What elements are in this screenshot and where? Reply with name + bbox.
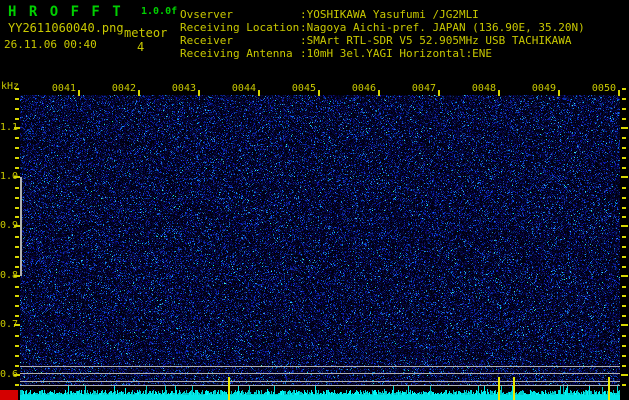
y-axis-minor-tick-left	[15, 345, 19, 347]
x-axis-tick-label: 0045	[291, 83, 316, 94]
y-axis-minor-tick-right	[622, 157, 626, 159]
y-axis-minor-tick-right	[622, 246, 626, 248]
y-axis-minor-tick-left	[15, 88, 19, 90]
meteor-echo-mark	[608, 377, 610, 400]
spectrogram-plot: kHz 0041 0042 0043 0044 0045 0046 0047 0048 0049…	[0, 0, 629, 400]
x-axis-tick-label: 0046	[351, 83, 376, 94]
y-axis-minor-tick-right	[622, 207, 626, 209]
y-axis-minor-tick-left	[15, 187, 19, 189]
y-axis-minor-tick-left	[15, 266, 19, 268]
y-axis-minor-tick-right	[622, 118, 626, 120]
signal-level-meter-canvas	[0, 386, 629, 400]
y-axis-minor-tick-right	[622, 197, 626, 199]
frequency-range-marker-bar	[20, 177, 22, 276]
y-axis-tick-label: 0.8	[0, 269, 19, 281]
hrofft-screen: H R O F F T 1.0.0f YY2611060040.png mete…	[0, 0, 629, 400]
x-axis-tick	[258, 90, 260, 96]
y-axis-minor-tick-right	[622, 137, 626, 139]
x-axis-tick-label: 0041	[51, 83, 76, 94]
y-axis-minor-tick-left	[15, 108, 19, 110]
x-axis-tick	[138, 90, 140, 96]
y-axis-minor-tick-left	[15, 355, 19, 357]
y-axis-minor-tick-right	[622, 216, 626, 218]
x-axis-tick-label: 0047	[411, 83, 436, 94]
y-axis-minor-tick-right	[622, 98, 626, 100]
y-axis-minor-tick-right	[622, 236, 626, 238]
y-axis-major-tick-right	[621, 126, 628, 129]
y-axis-minor-tick-right	[622, 266, 626, 268]
y-axis-major-tick-right	[621, 225, 628, 228]
y-axis-minor-tick-right	[622, 187, 626, 189]
carrier-reference-line	[20, 381, 620, 382]
frequency-axis-unit-label: kHz	[1, 81, 20, 92]
x-axis-tick-label: 0043	[171, 83, 196, 94]
y-axis-minor-tick-left	[15, 137, 19, 139]
y-axis-minor-tick-left	[15, 157, 19, 159]
y-axis-minor-tick-right	[622, 88, 626, 90]
y-axis-minor-tick-left	[15, 365, 19, 367]
y-axis-minor-tick-right	[622, 305, 626, 307]
x-axis-tick-label: 0050	[591, 83, 616, 94]
x-axis-tick	[438, 90, 440, 96]
y-axis-tick-label: 0.7	[0, 319, 19, 331]
y-axis-minor-tick-left	[15, 256, 19, 258]
y-axis-minor-tick-left	[15, 236, 19, 238]
y-axis-minor-tick-right	[622, 365, 626, 367]
carrier-reference-line	[20, 366, 620, 367]
x-axis-tick	[378, 90, 380, 96]
y-axis-minor-tick-left	[15, 246, 19, 248]
y-axis-major-tick-right	[621, 373, 628, 376]
x-axis-tick	[318, 90, 320, 96]
y-axis-minor-tick-left	[15, 295, 19, 297]
meteor-echo-mark	[498, 377, 500, 400]
y-axis-minor-tick-right	[622, 335, 626, 337]
x-axis-tick	[618, 90, 620, 96]
x-axis-tick	[198, 90, 200, 96]
meteor-echo-mark	[513, 377, 515, 400]
y-axis-major-tick-left	[14, 126, 20, 129]
x-axis-tick-label: 0049	[531, 83, 556, 94]
y-axis-major-tick-right	[621, 274, 628, 277]
x-axis-tick	[558, 90, 560, 96]
y-axis-tick-label: 1.1	[0, 121, 19, 133]
y-axis-major-tick-left	[14, 324, 20, 327]
y-axis-major-tick-right	[621, 324, 628, 327]
y-axis-minor-tick-left	[15, 147, 19, 149]
y-axis-minor-tick-right	[622, 384, 626, 386]
y-axis-minor-tick-right	[622, 345, 626, 347]
y-axis-minor-tick-right	[622, 355, 626, 357]
y-axis-minor-tick-left	[15, 167, 19, 169]
y-axis-tick-label: 0.9	[0, 220, 19, 232]
y-axis-minor-tick-right	[622, 108, 626, 110]
y-axis-minor-tick-right	[622, 147, 626, 149]
meteor-echo-mark	[228, 377, 230, 400]
y-axis-minor-tick-right	[622, 167, 626, 169]
y-axis-minor-tick-left	[15, 335, 19, 337]
x-axis-tick-label: 0048	[471, 83, 496, 94]
y-axis-minor-tick-left	[15, 286, 19, 288]
y-axis-minor-tick-right	[622, 256, 626, 258]
y-axis-minor-tick-left	[15, 216, 19, 218]
x-axis-tick-label: 0042	[111, 83, 136, 94]
y-axis-minor-tick-left	[15, 207, 19, 209]
spectrogram-canvas	[20, 95, 620, 385]
y-axis-minor-tick-right	[622, 315, 626, 317]
y-axis-minor-tick-left	[15, 315, 19, 317]
y-axis-minor-tick-left	[15, 118, 19, 120]
carrier-reference-line	[20, 373, 620, 374]
carrier-reference-line	[20, 385, 620, 386]
y-axis-tick-label: 0.6	[0, 368, 19, 380]
y-axis-tick-label: 1.0	[0, 170, 19, 182]
y-axis-minor-tick-left	[15, 197, 19, 199]
y-axis-minor-tick-right	[622, 286, 626, 288]
y-axis-minor-tick-left	[15, 98, 19, 100]
x-axis-tick	[78, 90, 80, 96]
x-axis-tick	[498, 90, 500, 96]
y-axis-minor-tick-left	[15, 384, 19, 386]
y-axis-major-tick-right	[621, 175, 628, 178]
y-axis-minor-tick-right	[622, 295, 626, 297]
y-axis-minor-tick-left	[15, 305, 19, 307]
x-axis-tick-label: 0044	[231, 83, 256, 94]
